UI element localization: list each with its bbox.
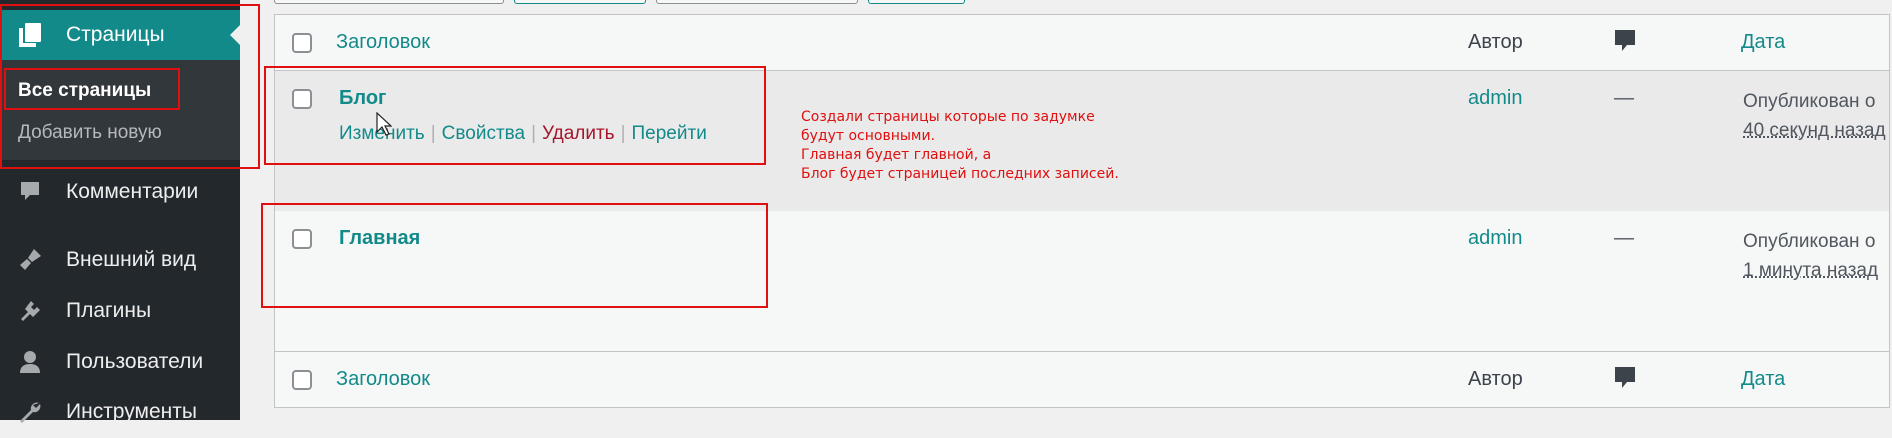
sidebar-item-label: Инструменты (66, 400, 197, 423)
plugins-icon (12, 293, 48, 329)
sidebar-item-label: Пользователи (66, 350, 204, 373)
author-link[interactable]: admin (1468, 227, 1522, 250)
select-all-checkbox[interactable] (292, 370, 312, 390)
annotation-box-home (261, 203, 768, 308)
filter-button[interactable] (868, 0, 965, 4)
users-icon (12, 344, 48, 380)
table-footer: Заголовок Автор Дата (275, 351, 1889, 407)
column-date-sort[interactable]: Дата (1741, 31, 1785, 54)
apply-button[interactable] (514, 0, 646, 4)
author-link[interactable]: admin (1468, 87, 1522, 110)
date-status: Опубликован о (1743, 231, 1876, 252)
annotation-line: будут основными. (801, 128, 936, 144)
date-ago: 1 минута назад (1743, 260, 1879, 281)
sidebar-item-plugins[interactable]: Плагины (0, 285, 240, 337)
date-cell: Опубликован о 1 минута назад (1743, 227, 1892, 285)
sidebar-item-comments[interactable]: Комментарии (0, 166, 240, 218)
date-ago: 40 секунд назад (1743, 120, 1886, 141)
date-status: Опубликован о (1743, 91, 1876, 112)
bulk-actions-select[interactable] (274, 0, 504, 4)
sidebar-item-label: Комментарии (66, 180, 199, 203)
column-author: Автор (1468, 368, 1523, 390)
annotation-note: Создали страницы которые по задумке буду… (801, 108, 1161, 184)
comment-count: — (1614, 87, 1634, 109)
annotation-line: Главная будет главной, а (801, 147, 992, 163)
comments-icon (12, 174, 48, 210)
appearance-icon (12, 242, 48, 278)
annotation-line: Создали страницы которые по задумке (801, 109, 1095, 125)
sidebar-item-tools[interactable]: Инструменты (0, 386, 240, 438)
annotation-line: Блог будет страницей последних записей. (801, 166, 1119, 182)
comment-count: — (1614, 227, 1634, 249)
mouse-cursor-icon (376, 111, 393, 141)
column-date-sort[interactable]: Дата (1741, 368, 1785, 391)
annotation-box-all-pages (4, 68, 180, 110)
comment-bubble-icon (1614, 366, 1636, 395)
tools-icon (12, 394, 48, 430)
sidebar-item-appearance[interactable]: Внешний вид (0, 234, 240, 286)
column-title-sort[interactable]: Заголовок (336, 31, 430, 54)
table-header: Заголовок Автор Дата (275, 15, 1889, 71)
date-cell: Опубликован о 40 секунд назад (1743, 87, 1892, 145)
date-filter-select[interactable] (656, 0, 858, 4)
sidebar-item-label: Плагины (66, 299, 152, 322)
comment-bubble-icon (1614, 29, 1636, 58)
sidebar-item-label: Внешний вид (66, 248, 197, 271)
sidebar-item-users[interactable]: Пользователи (0, 336, 240, 388)
annotation-box-blog (264, 66, 766, 165)
column-title-sort[interactable]: Заголовок (336, 368, 430, 391)
column-author: Автор (1468, 31, 1523, 53)
select-all-checkbox[interactable] (292, 33, 312, 53)
